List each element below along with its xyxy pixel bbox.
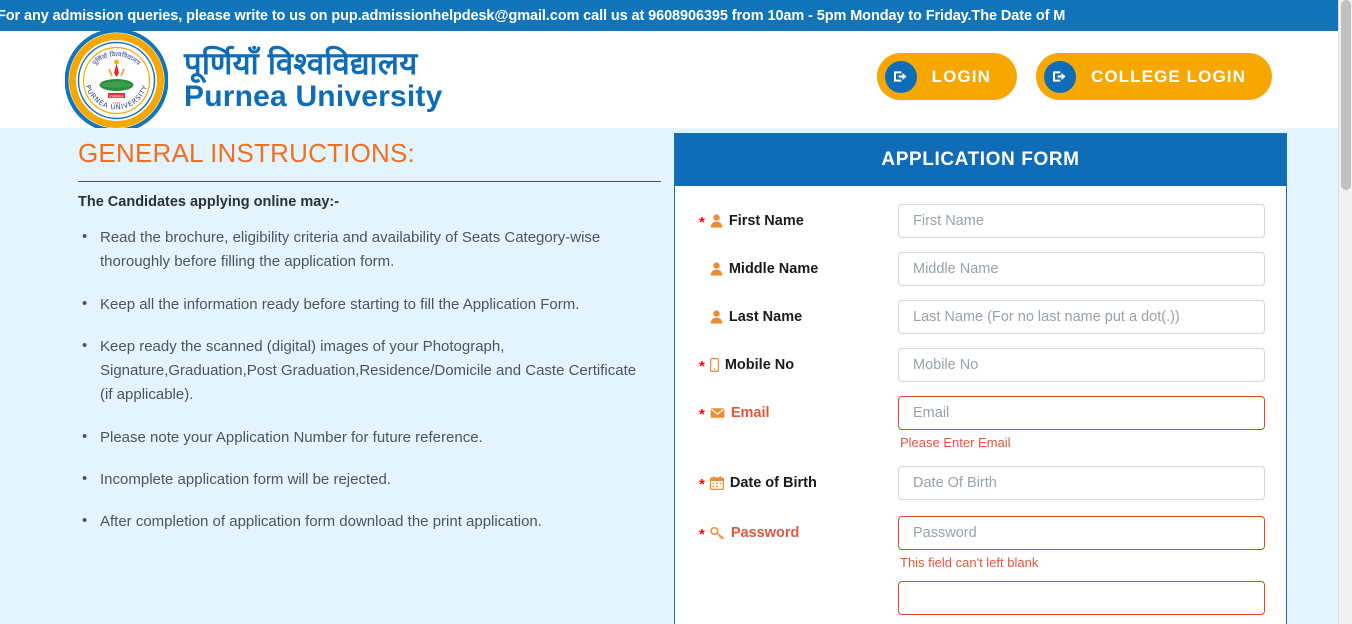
password-error-message: This field can't left blank xyxy=(900,555,1039,570)
required-asterisk: * xyxy=(699,525,705,543)
last-name-label: * Last Name xyxy=(699,300,898,325)
required-asterisk: * xyxy=(699,475,705,493)
date-of-birth-input[interactable] xyxy=(898,466,1265,500)
email-error-message: Please Enter Email xyxy=(900,435,1011,450)
date-of-birth-field-wrap xyxy=(898,466,1265,500)
list-item: After completion of application form dow… xyxy=(78,509,638,534)
list-item: Keep all the information ready before st… xyxy=(78,292,638,317)
site-header: PURNEA पूर्णियाँ विश्वविद्यालय PURNEA UN… xyxy=(0,29,1352,132)
email-label: * Email xyxy=(699,396,898,423)
list-item: Keep ready the scanned (digital) images … xyxy=(78,334,638,408)
login-button[interactable]: LOGIN xyxy=(876,53,1017,100)
user-icon xyxy=(710,310,723,324)
required-asterisk: * xyxy=(699,357,705,375)
instructions-divider xyxy=(78,181,661,182)
brand-text: पूर्णियाँ विश्वविद्यालय Purnea Universit… xyxy=(184,48,443,112)
instructions-list: Read the brochure, eligibility criteria … xyxy=(78,225,678,535)
login-button-label: LOGIN xyxy=(931,66,991,86)
application-form-title: APPLICATION FORM xyxy=(881,149,1080,170)
scrollbar-thumb[interactable] xyxy=(1341,0,1351,190)
mobile-icon xyxy=(709,358,719,372)
email-input[interactable] xyxy=(898,396,1265,430)
application-form-header: APPLICATION FORM xyxy=(675,134,1286,186)
university-logo: PURNEA पूर्णियाँ विश्वविद्यालय PURNEA UN… xyxy=(65,29,168,132)
required-asterisk: * xyxy=(699,213,705,231)
middle-name-input[interactable] xyxy=(898,252,1265,286)
general-instructions-section: GENERAL INSTRUCTIONS: The Candidates app… xyxy=(78,128,678,624)
first-name-field-wrap xyxy=(898,204,1265,238)
brand-name-english: Purnea University xyxy=(184,79,443,113)
password-label: * Password xyxy=(699,516,898,543)
college-login-button[interactable]: COLLEGE LOGIN xyxy=(1035,53,1272,100)
last-name-input[interactable] xyxy=(898,300,1265,334)
user-icon xyxy=(710,214,723,228)
university-emblem-icon: PURNEA पूर्णियाँ विश्वविद्यालय PURNEA UN… xyxy=(65,29,168,132)
sign-in-icon xyxy=(884,60,917,93)
marquee-text: For any admission queries, please write … xyxy=(0,7,1066,24)
first-name-label-text: First Name xyxy=(728,213,804,229)
email-field-wrap: Please Enter Email xyxy=(898,396,1265,450)
first-name-label: * First Name xyxy=(699,204,898,231)
application-form-body: * First Name * Middle Name xyxy=(675,186,1286,615)
main-content: GENERAL INSTRUCTIONS: The Candidates app… xyxy=(0,128,1352,624)
list-item: Read the brochure, eligibility criteria … xyxy=(78,225,638,275)
mobile-no-field-wrap xyxy=(898,348,1265,382)
required-asterisk: * xyxy=(699,405,705,423)
calendar-icon xyxy=(709,476,724,490)
email-label-text: Email xyxy=(730,405,770,421)
form-row: * Email Please Enter Email xyxy=(699,396,1265,450)
instructions-title: GENERAL INSTRUCTIONS: xyxy=(78,138,415,168)
instructions-lead: The Candidates applying online may:- xyxy=(78,194,340,210)
brand-name-hindi: पूर्णियाँ विश्वविद्यालय xyxy=(184,45,418,81)
form-row: * Password This field can't left blank xyxy=(699,516,1265,615)
form-row: * First Name xyxy=(699,204,1265,238)
form-row: * Middle Name xyxy=(699,252,1265,286)
mobile-no-label: * Mobile No xyxy=(699,348,898,375)
list-item: Incomplete application form will be reje… xyxy=(78,467,638,492)
key-icon xyxy=(710,526,725,540)
college-login-button-label: COLLEGE LOGIN xyxy=(1090,66,1246,86)
middle-name-label-text: Middle Name xyxy=(728,261,819,277)
date-of-birth-label-text: Date of Birth xyxy=(729,475,817,491)
svg-text:PURNEA: PURNEA xyxy=(110,94,125,98)
sign-in-icon xyxy=(1043,60,1076,93)
form-row: * Date of Birth xyxy=(699,466,1265,500)
first-name-input[interactable] xyxy=(898,204,1265,238)
middle-name-field-wrap xyxy=(898,252,1265,286)
confirm-password-input[interactable] xyxy=(898,581,1265,615)
password-field-wrap: This field can't left blank xyxy=(898,516,1265,615)
form-row: * Last Name xyxy=(699,300,1265,334)
password-input[interactable] xyxy=(898,516,1265,550)
page-scrollbar[interactable] xyxy=(1338,0,1352,624)
list-item: Please note your Application Number for … xyxy=(78,425,638,450)
middle-name-label: * Middle Name xyxy=(699,252,898,277)
brand-block[interactable]: PURNEA पूर्णियाँ विश्वविद्यालय PURNEA UN… xyxy=(65,27,443,132)
envelope-icon xyxy=(710,407,725,419)
password-label-text: Password xyxy=(730,525,800,541)
date-of-birth-label: * Date of Birth xyxy=(699,466,898,493)
user-icon xyxy=(710,262,723,276)
header-actions: LOGIN COLLEGE LOGIN xyxy=(876,53,1272,100)
form-row: * Mobile No xyxy=(699,348,1265,382)
mobile-no-label-text: Mobile No xyxy=(724,357,795,373)
svg-text:2018: 2018 xyxy=(113,101,121,105)
application-form-panel: APPLICATION FORM * First Name * xyxy=(674,133,1287,624)
mobile-no-input[interactable] xyxy=(898,348,1265,382)
last-name-label-text: Last Name xyxy=(728,309,803,325)
last-name-field-wrap xyxy=(898,300,1265,334)
